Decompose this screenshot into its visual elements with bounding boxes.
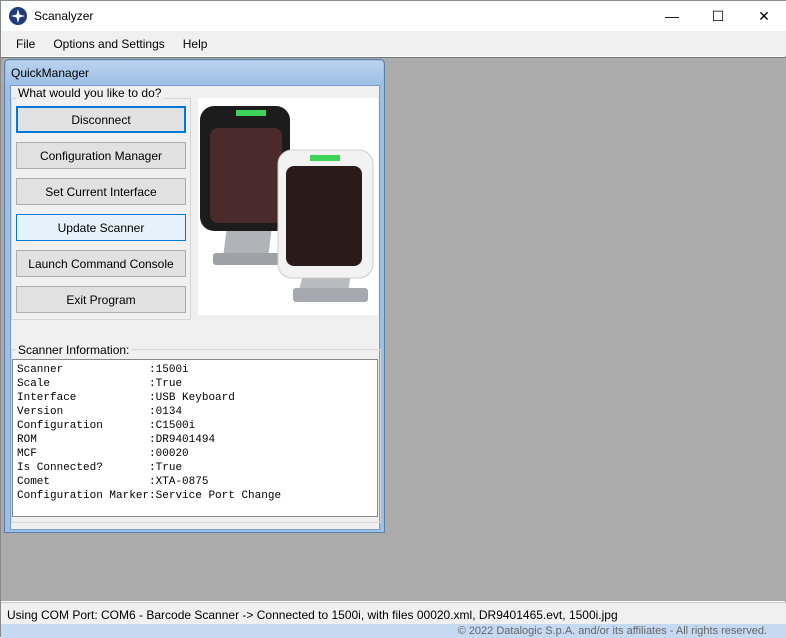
info-row: Scanner :1500i	[17, 363, 373, 377]
info-key: MCF	[17, 448, 37, 460]
info-value: 00020	[155, 448, 189, 460]
disconnect-button[interactable]: Disconnect	[16, 106, 186, 133]
menu-bar: File Options and Settings Help	[1, 31, 786, 56]
info-key: Configuration Marker	[17, 490, 150, 502]
info-row: Is Connected? :True	[17, 461, 373, 475]
set-current-interface-button[interactable]: Set Current Interface	[16, 178, 186, 205]
info-value: USB Keyboard	[155, 392, 235, 404]
info-value: C1500i	[155, 420, 196, 432]
info-value: XTA-0875	[155, 476, 209, 488]
configuration-manager-button[interactable]: Configuration Manager	[16, 142, 186, 169]
app-logo-icon	[9, 7, 27, 25]
update-scanner-button[interactable]: Update Scanner	[16, 214, 186, 241]
info-row: Version :0134	[17, 405, 373, 419]
info-separator: :	[63, 364, 156, 376]
status-bar: Using COM Port: COM6 - Barcode Scanner -…	[1, 602, 786, 624]
quickmanager-title: QuickManager	[6, 61, 383, 84]
info-row: Scale :True	[17, 377, 373, 391]
maximize-button[interactable]: ☐	[695, 1, 741, 31]
info-key: Is Connected?	[17, 462, 103, 474]
info-key: Scale	[17, 378, 51, 390]
info-separator: :	[36, 434, 156, 446]
minimize-button[interactable]: —	[649, 1, 695, 31]
scanner-image	[198, 98, 378, 315]
info-separator: :	[36, 448, 156, 460]
app-title: Scanalyzer	[34, 9, 94, 23]
info-separator: :	[50, 476, 156, 488]
scanner-info-label: Scanner Information:	[16, 343, 132, 357]
menu-options-and-settings[interactable]: Options and Settings	[44, 37, 173, 51]
info-row: Interface :USB Keyboard	[17, 391, 373, 405]
info-value: True	[155, 378, 183, 390]
menu-help[interactable]: Help	[174, 37, 217, 51]
info-value: 0134	[155, 406, 183, 418]
close-button[interactable]: ✕	[741, 1, 786, 31]
info-key: Comet	[17, 476, 51, 488]
info-value: True	[155, 462, 183, 474]
info-separator: :	[76, 392, 156, 404]
info-key: Scanner	[17, 364, 64, 376]
info-row: Configuration :C1500i	[17, 419, 373, 433]
info-key: Configuration	[17, 420, 103, 432]
info-row: Configuration Marker:Service Port Change	[17, 489, 373, 503]
scanner-info-textbox[interactable]: Scanner :1500i Scale :True Interface :USB …	[12, 359, 378, 517]
info-value: DR9401494	[155, 434, 216, 446]
menu-file[interactable]: File	[7, 37, 44, 51]
exit-program-button[interactable]: Exit Program	[16, 286, 186, 313]
copyright-text: © 2022 Datalogic S.p.A. and/or its affil…	[1, 624, 786, 638]
info-separator: :	[102, 420, 156, 432]
info-row: Comet :XTA-0875	[17, 475, 373, 489]
info-separator: :	[50, 378, 156, 390]
title-bar: Scanalyzer — ☐ ✕	[1, 1, 786, 31]
info-value: Service Port Change	[155, 490, 282, 502]
info-key: Version	[17, 406, 64, 418]
actions-group-label: What would you like to do?	[16, 86, 164, 100]
info-row: MCF :00020	[17, 447, 373, 461]
info-row: ROM :DR9401494	[17, 433, 373, 447]
info-separator: :	[63, 406, 156, 418]
info-separator: :	[102, 462, 156, 474]
info-separator: :	[149, 490, 156, 502]
info-value: 1500i	[155, 364, 189, 376]
info-key: Interface	[17, 392, 77, 404]
info-key: ROM	[17, 434, 37, 446]
launch-command-console-button[interactable]: Launch Command Console	[16, 250, 186, 277]
